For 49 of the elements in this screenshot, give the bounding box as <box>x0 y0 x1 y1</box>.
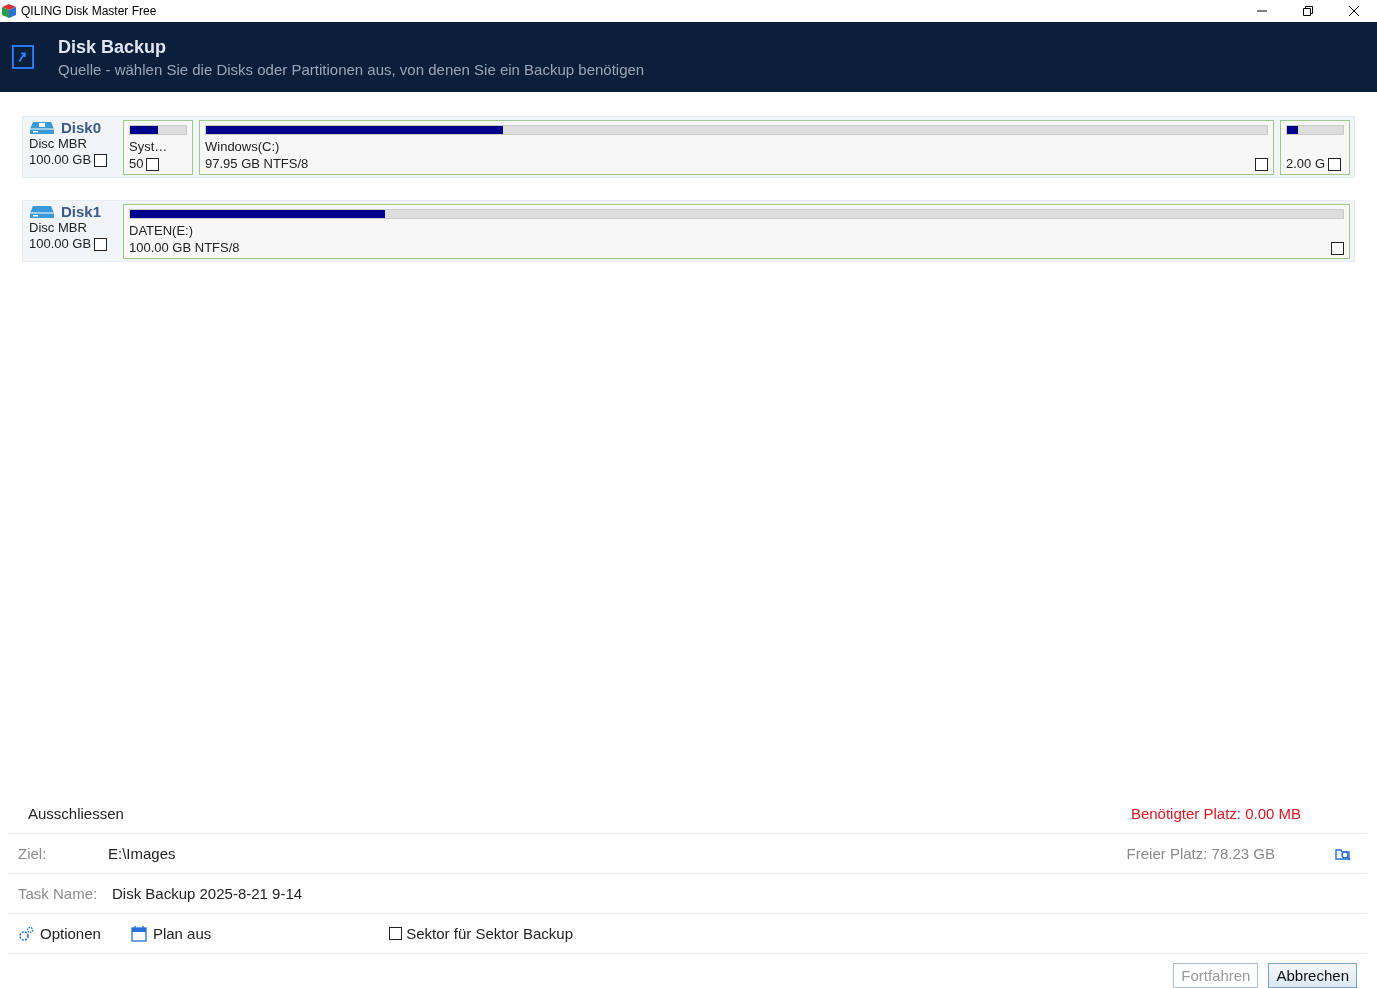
partition-checkbox[interactable] <box>146 157 160 171</box>
page-subtitle: Quelle - wählen Sie die Disks oder Partitionen aus, von denen Sie ein Backup benötigen <box>58 60 645 78</box>
partition-label: Syst… <box>129 139 169 155</box>
partition-info: 100.00 GB NTFS/8 <box>129 240 240 256</box>
required-space: Benötigter Platz: 0.00 MB <box>1130 805 1301 822</box>
disk-type: Disc MBR <box>29 136 88 152</box>
hard-drive-icon <box>29 121 55 135</box>
options-button[interactable]: Optionen <box>18 925 101 942</box>
app-logo-icon <box>1 3 17 19</box>
usage-bar <box>129 125 187 135</box>
disk-size: 100.00 GB <box>29 236 92 252</box>
partition-label: Windows(C:) <box>205 139 281 155</box>
disk-checkbox[interactable] <box>94 153 108 167</box>
partition-card[interactable]: Syst… 50 <box>123 120 193 175</box>
partition-info: 97.95 GB NTFS/8 <box>205 156 309 172</box>
partition-checkbox[interactable] <box>1328 157 1342 171</box>
usage-bar <box>1286 125 1344 135</box>
backup-icon <box>12 44 34 70</box>
dialog-button[interactable]: Abbrechen <box>1268 963 1357 988</box>
target-path: E:\Images <box>108 845 176 862</box>
partition-checkbox[interactable] <box>1255 157 1268 171</box>
task-name-value: Disk Backup 2025-8-21 9-14 <box>112 885 303 902</box>
partition-card[interactable]: 2.00 G <box>1280 120 1350 175</box>
disk-type: Disc MBR <box>29 220 88 236</box>
page-title: Disk Backup <box>58 36 168 58</box>
partition-card[interactable]: DATEN(E:) 100.00 GB NTFS/8 <box>123 204 1350 259</box>
gears-icon <box>18 925 34 942</box>
window-title: QILING Disk Master Free <box>21 4 157 18</box>
partition-checkbox[interactable] <box>1331 241 1344 255</box>
browse-icon[interactable] <box>1335 846 1351 861</box>
disk-name: Disk0 <box>61 120 102 136</box>
exclude-link[interactable]: Ausschliessen <box>28 805 124 822</box>
restore-icon[interactable] <box>1303 6 1313 16</box>
sector-checkbox[interactable] <box>389 927 403 940</box>
close-icon[interactable] <box>1349 6 1359 16</box>
schedule-button[interactable]: Plan aus <box>130 925 212 942</box>
disk-size: 100.00 GB <box>29 152 92 168</box>
calendar-icon <box>130 925 147 942</box>
disk-checkbox[interactable] <box>94 237 108 251</box>
partition-info: 50 <box>129 156 144 172</box>
partition-info: 2.00 G <box>1286 156 1326 172</box>
partition-card[interactable]: Windows(C:) 97.95 GB NTFS/8 <box>199 120 1274 175</box>
hard-drive-icon <box>29 205 55 219</box>
disk-name: Disk1 <box>61 204 102 220</box>
free-space: Freier Platz: 78.23 GB <box>1126 845 1275 862</box>
target-label: Ziel: <box>18 845 48 862</box>
task-name-label: Task Name: <box>18 885 99 902</box>
partition-label: DATEN(E:) <box>129 223 195 239</box>
sector-label: Sektor für Sektor Backup <box>406 925 573 942</box>
